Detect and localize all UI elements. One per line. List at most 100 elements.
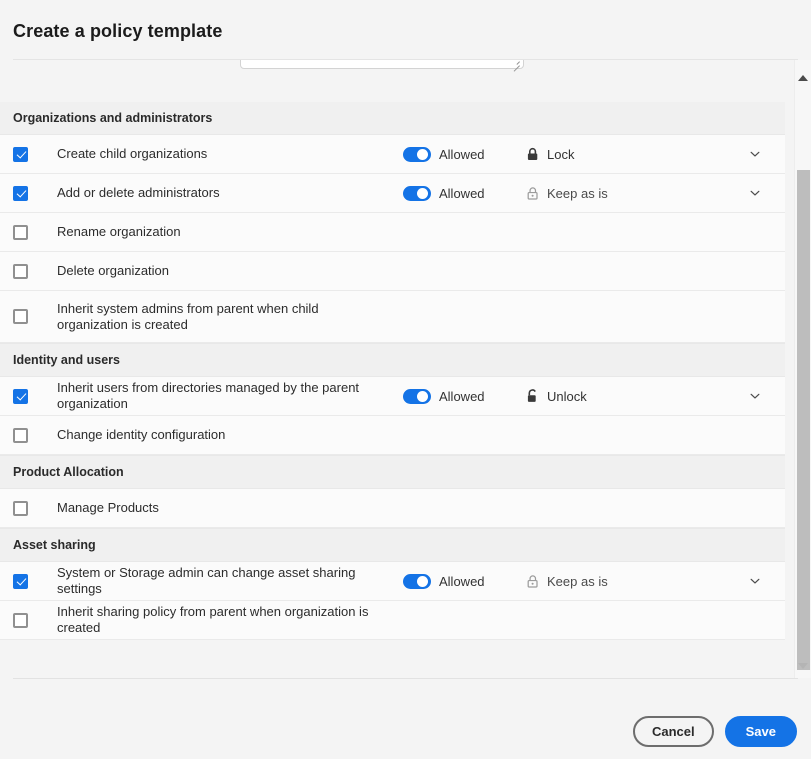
vertical-scrollbar[interactable] — [794, 60, 811, 678]
permission-label: Inherit system admins from parent when c… — [57, 301, 403, 333]
lock-state-label: Keep as is — [547, 574, 608, 589]
lock-state-cell[interactable]: Unlock — [525, 389, 725, 404]
section-header: Asset sharing — [0, 528, 785, 562]
footer-actions: Cancel Save — [633, 716, 797, 747]
caret-up-icon — [798, 75, 808, 81]
policy-list-scroll-area[interactable]: Organizations and administratorsCreate c… — [0, 60, 785, 678]
permission-label: Delete organization — [57, 263, 403, 279]
policy-section: Asset sharingSystem or Storage admin can… — [0, 528, 785, 640]
allowed-toggle[interactable] — [403, 389, 431, 404]
caret-down-icon — [798, 663, 808, 669]
toggle-label: Allowed — [439, 147, 485, 162]
permission-row[interactable]: Manage Products — [0, 489, 785, 528]
checkbox-checked[interactable] — [13, 147, 28, 162]
expand-row-button[interactable] — [725, 147, 785, 161]
lock-state-label: Unlock — [547, 389, 587, 404]
cancel-button[interactable]: Cancel — [633, 716, 714, 747]
lock-open-icon — [525, 389, 540, 404]
checkbox-unchecked[interactable] — [13, 309, 28, 324]
expand-row-button[interactable] — [725, 574, 785, 588]
permission-row[interactable]: Delete organization — [0, 252, 785, 291]
permission-checkbox-cell[interactable] — [13, 309, 57, 324]
chevron-down-icon — [748, 389, 762, 403]
checkbox-checked[interactable] — [13, 186, 28, 201]
dialog-footer: Cancel Save — [0, 678, 811, 759]
policy-section: Identity and usersInherit users from dir… — [0, 343, 785, 455]
scroll-down-button[interactable] — [795, 658, 811, 674]
permission-row[interactable]: Inherit system admins from parent when c… — [0, 291, 785, 343]
permission-checkbox-cell[interactable] — [13, 501, 57, 516]
lock-state-label: Lock — [547, 147, 574, 162]
chevron-down-icon — [748, 147, 762, 161]
permission-label: Change identity configuration — [57, 427, 403, 443]
page-title: Create a policy template — [13, 20, 797, 42]
expand-row-button[interactable] — [725, 186, 785, 200]
allowed-toggle-cell[interactable]: Allowed — [403, 147, 525, 162]
checkbox-unchecked[interactable] — [13, 613, 28, 628]
lock-state-label: Keep as is — [547, 186, 608, 201]
permission-row[interactable]: System or Storage admin can change asset… — [0, 562, 785, 601]
permission-checkbox-cell[interactable] — [13, 574, 57, 589]
permission-label: Create child organizations — [57, 146, 403, 162]
toggle-label: Allowed — [439, 186, 485, 201]
permission-checkbox-cell[interactable] — [13, 147, 57, 162]
toggle-knob — [417, 391, 428, 402]
scrollbar-thumb[interactable] — [797, 170, 810, 670]
lock-keep-as-is-icon — [525, 574, 540, 589]
permission-row[interactable]: Add or delete administrators Allowed Keep … — [0, 174, 785, 213]
checkbox-checked[interactable] — [13, 574, 28, 589]
section-header: Product Allocation — [0, 455, 785, 489]
scroll-up-button[interactable] — [795, 70, 811, 86]
description-textarea[interactable] — [240, 60, 524, 69]
checkbox-unchecked[interactable] — [13, 428, 28, 443]
policy-sections: Organizations and administratorsCreate c… — [0, 102, 785, 640]
chevron-down-icon — [748, 186, 762, 200]
save-button[interactable]: Save — [725, 716, 797, 747]
checkbox-unchecked[interactable] — [13, 501, 28, 516]
permission-checkbox-cell[interactable] — [13, 225, 57, 240]
allowed-toggle-cell[interactable]: Allowed — [403, 574, 525, 589]
permission-row[interactable]: Create child organizations Allowed Lock — [0, 135, 785, 174]
expand-row-button[interactable] — [725, 389, 785, 403]
permission-label: Inherit sharing policy from parent when … — [57, 604, 403, 636]
toggle-knob — [417, 576, 428, 587]
lock-state-cell[interactable]: Keep as is — [525, 186, 725, 201]
resize-handle-icon[interactable] — [510, 60, 520, 67]
dialog-header: Create a policy template — [0, 0, 811, 60]
permission-row[interactable]: Rename organization — [0, 213, 785, 252]
lock-state-cell[interactable]: Keep as is — [525, 574, 725, 589]
permission-label: Manage Products — [57, 500, 403, 516]
permission-label: Add or delete administrators — [57, 185, 403, 201]
permission-row[interactable]: Change identity configuration — [0, 416, 785, 455]
section-header: Organizations and administrators — [0, 102, 785, 135]
footer-divider — [13, 678, 798, 679]
toggle-knob — [417, 149, 428, 160]
section-header: Identity and users — [0, 343, 785, 377]
allowed-toggle-cell[interactable]: Allowed — [403, 186, 525, 201]
lock-state-cell[interactable]: Lock — [525, 147, 725, 162]
permission-row[interactable]: Inherit users from directories managed b… — [0, 377, 785, 416]
policy-section: Product Allocation Manage Products — [0, 455, 785, 528]
checkbox-unchecked[interactable] — [13, 225, 28, 240]
allowed-toggle[interactable] — [403, 147, 431, 162]
permission-checkbox-cell[interactable] — [13, 389, 57, 404]
checkbox-unchecked[interactable] — [13, 264, 28, 279]
permission-row[interactable]: Inherit sharing policy from parent when … — [0, 601, 785, 640]
allowed-toggle-cell[interactable]: Allowed — [403, 389, 525, 404]
checkbox-checked[interactable] — [13, 389, 28, 404]
description-field-strip — [0, 60, 785, 102]
allowed-toggle[interactable] — [403, 574, 431, 589]
allowed-toggle[interactable] — [403, 186, 431, 201]
toggle-label: Allowed — [439, 389, 485, 404]
toggle-knob — [417, 188, 428, 199]
toggle-label: Allowed — [439, 574, 485, 589]
permission-checkbox-cell[interactable] — [13, 428, 57, 443]
policy-section: Organizations and administratorsCreate c… — [0, 102, 785, 343]
permission-checkbox-cell[interactable] — [13, 264, 57, 279]
permission-checkbox-cell[interactable] — [13, 186, 57, 201]
permission-label: System or Storage admin can change asset… — [57, 565, 403, 597]
permission-label: Rename organization — [57, 224, 403, 240]
permission-label: Inherit users from directories managed b… — [57, 380, 403, 412]
lock-closed-icon — [525, 147, 540, 162]
permission-checkbox-cell[interactable] — [13, 613, 57, 628]
